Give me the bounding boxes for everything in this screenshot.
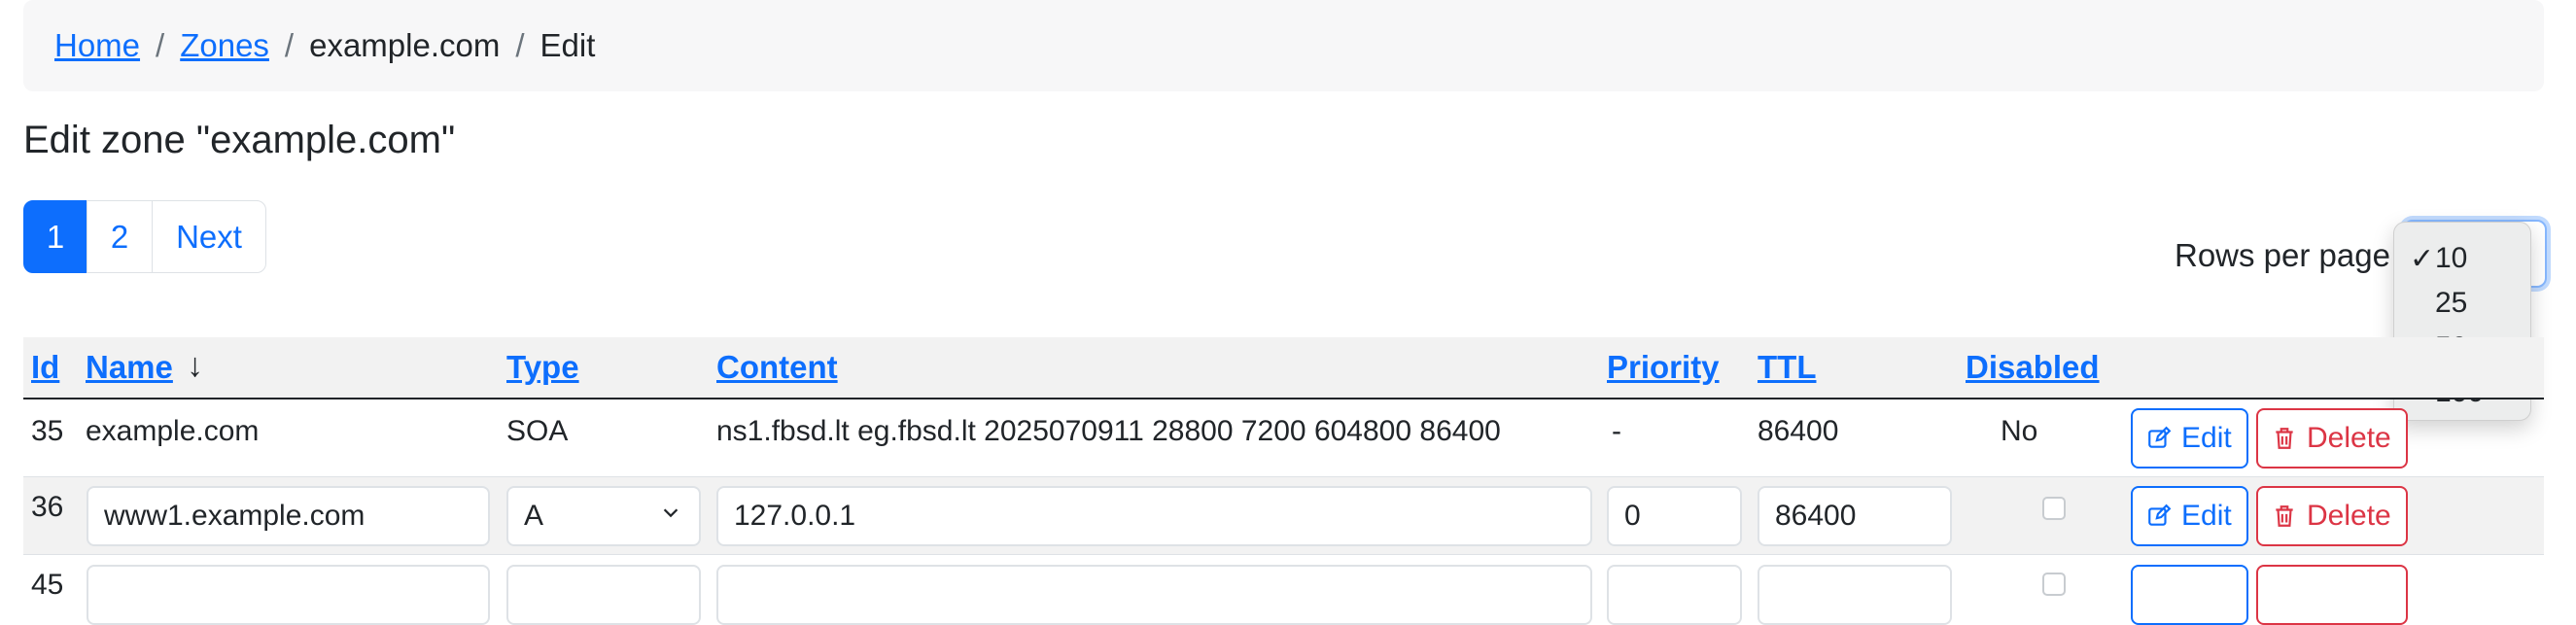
column-header-id[interactable]: Id: [31, 349, 59, 386]
sort-down-arrow-icon: ↓: [187, 347, 203, 384]
name-input[interactable]: www1.example.com: [87, 486, 490, 546]
breadcrumb-home-link[interactable]: Home: [54, 27, 140, 64]
edit-record-button[interactable]: Edit: [2131, 408, 2248, 469]
column-header-type[interactable]: Type: [506, 349, 579, 386]
content-input-value: 127.0.0.1: [734, 500, 856, 532]
next-page-button[interactable]: Next: [152, 200, 266, 273]
chevron-down-icon: [663, 508, 679, 518]
delete-record-button[interactable]: Delete: [2256, 408, 2408, 469]
name-input[interactable]: [87, 565, 490, 625]
column-header-name[interactable]: Name: [86, 349, 173, 386]
ttl-input-value: 86400: [1775, 500, 1857, 532]
record-content: ns1.fbsd.lt eg.fbsd.lt 2025070911 28800 …: [716, 415, 1501, 447]
disabled-checkbox[interactable]: [2042, 573, 2066, 596]
breadcrumb: Home / Zones / example.com / Edit: [23, 0, 2544, 91]
delete-label: Delete: [2307, 422, 2391, 454]
breadcrumb-separator: /: [515, 27, 525, 63]
ttl-input[interactable]: 86400: [1758, 486, 1952, 546]
edit-record-button[interactable]: [2131, 565, 2248, 625]
checkmark-icon: ✓: [2410, 242, 2435, 275]
rows-option-10[interactable]: ✓ 10: [2394, 236, 2530, 281]
breadcrumb-current: Edit: [540, 27, 596, 63]
record-priority: -: [1612, 415, 1621, 447]
record-disabled: No: [2001, 415, 2038, 447]
rows-option-label: 10: [2435, 242, 2468, 274]
breadcrumb-separator: /: [156, 27, 165, 63]
edit-label: Edit: [2181, 422, 2232, 454]
type-select[interactable]: A: [506, 486, 701, 546]
disabled-checkbox[interactable]: [2042, 497, 2066, 520]
record-id: 36: [31, 491, 64, 523]
table-row: 36 www1.example.com A 127.0.0.1 0 86400 …: [23, 477, 2544, 555]
edit-label: Edit: [2181, 500, 2232, 532]
trash-icon: [2276, 428, 2293, 449]
pagination: 1 2 Next: [23, 200, 266, 275]
trash-icon: [2276, 505, 2293, 527]
breadcrumb-zone: example.com: [309, 27, 501, 63]
record-ttl: 86400: [1758, 415, 1839, 447]
column-header-disabled[interactable]: Disabled: [1966, 349, 2100, 386]
delete-label: Delete: [2307, 500, 2391, 532]
priority-input[interactable]: [1607, 565, 1742, 625]
record-name: example.com: [86, 415, 260, 447]
rows-option-label: 25: [2435, 287, 2468, 319]
name-input-value: www1.example.com: [104, 500, 366, 532]
breadcrumb-separator: /: [284, 27, 295, 63]
type-select[interactable]: [506, 565, 701, 625]
ttl-input[interactable]: [1758, 565, 1952, 625]
table-row: 45: [23, 555, 2544, 625]
edit-record-button[interactable]: Edit: [2131, 486, 2248, 546]
record-id: 45: [31, 569, 64, 601]
rows-option-25[interactable]: 25: [2394, 281, 2530, 326]
column-header-content[interactable]: Content: [716, 349, 838, 386]
page-title: Edit zone "example.com": [23, 119, 456, 161]
content-input[interactable]: [716, 565, 1592, 625]
priority-input-value: 0: [1624, 500, 1641, 532]
table-header: Id Name ↓ Type Content Priority TTL Disa…: [23, 337, 2544, 399]
page-1-button[interactable]: 1: [23, 200, 87, 273]
edit-icon: [2148, 426, 2172, 448]
delete-record-button[interactable]: [2256, 565, 2408, 625]
rows-per-page-label: Rows per page:: [2175, 237, 2400, 273]
breadcrumb-zones-link[interactable]: Zones: [180, 27, 269, 64]
edit-icon: [2148, 503, 2172, 526]
table-row: 35 example.com SOA ns1.fbsd.lt eg.fbsd.l…: [23, 399, 2544, 477]
page-2-button[interactable]: 2: [87, 200, 153, 273]
record-type: SOA: [506, 415, 569, 447]
delete-record-button[interactable]: Delete: [2256, 486, 2408, 546]
type-select-value: A: [524, 500, 544, 532]
content-input[interactable]: 127.0.0.1: [716, 486, 1592, 546]
column-header-priority[interactable]: Priority: [1607, 349, 1720, 386]
record-id: 35: [31, 415, 64, 447]
column-header-ttl[interactable]: TTL: [1758, 349, 1816, 386]
priority-input[interactable]: 0: [1607, 486, 1742, 546]
